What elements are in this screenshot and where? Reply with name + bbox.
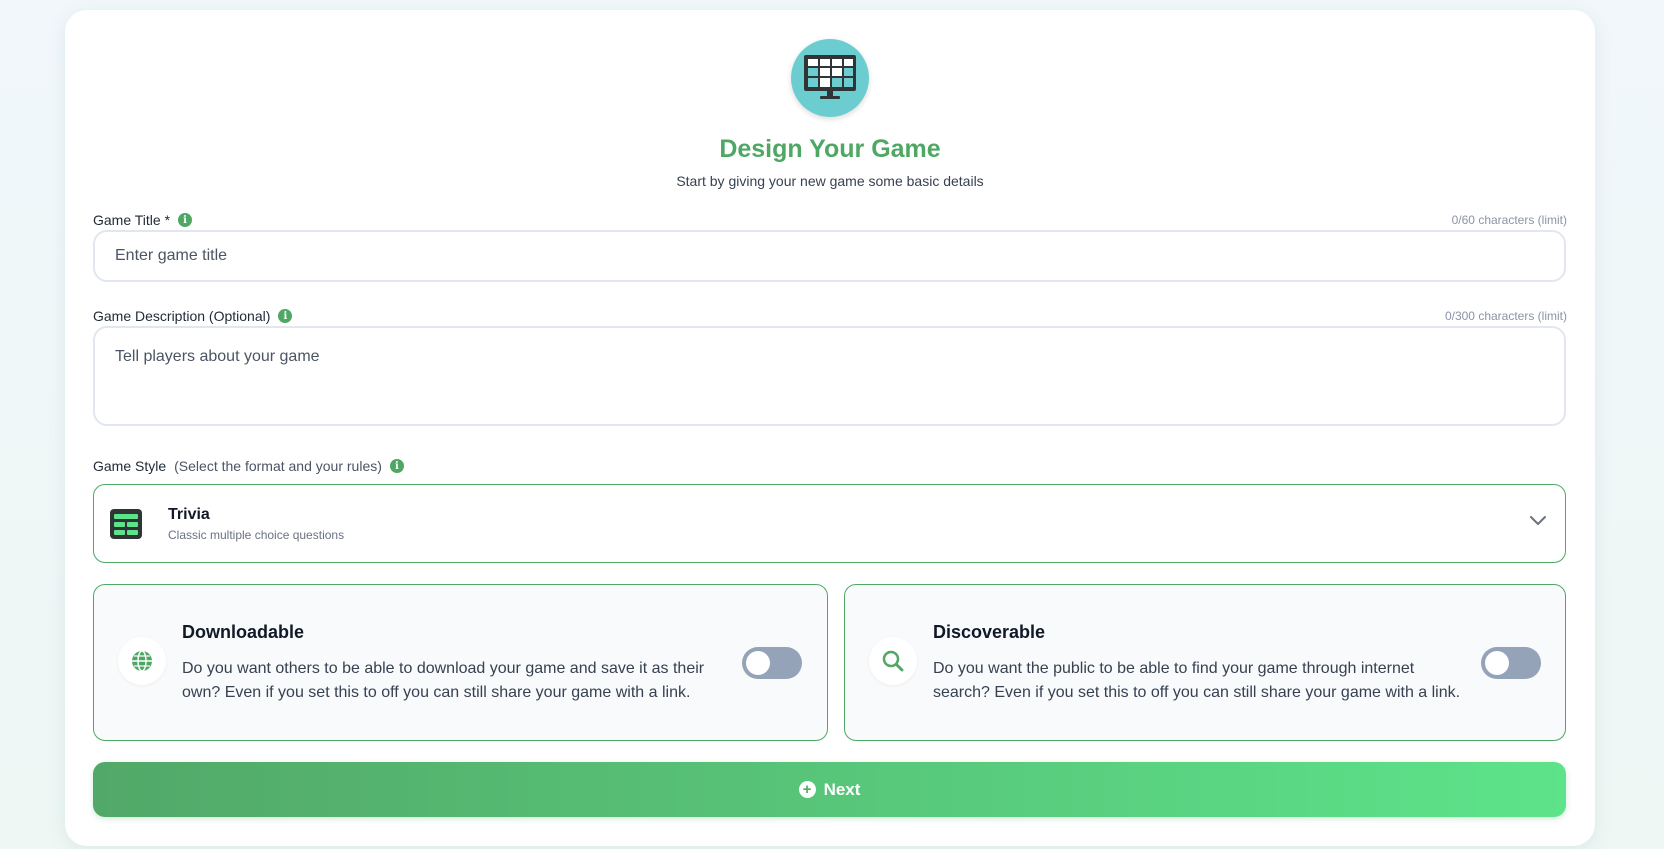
game-description-label: Game Description (Optional) [93, 308, 271, 324]
game-description-textarea[interactable]: Tell players about your game [93, 326, 1566, 426]
discoverable-option: Discoverable Do you want the public to b… [844, 584, 1566, 741]
table-grid-icon [110, 508, 142, 539]
discoverable-title: Discoverable [933, 622, 1046, 642]
info-icon[interactable]: i [178, 213, 193, 227]
game-style-label-row: Game Style (Select the format and your r… [93, 456, 1567, 476]
selected-style-description: Classic multiple choice questions [168, 527, 345, 542]
page-title: Design Your Game [719, 135, 941, 163]
page-subtitle: Start by giving your new game some basic… [676, 173, 984, 189]
game-description-placeholder: Tell players about your game [115, 348, 320, 365]
chevron-down-icon[interactable] [1529, 515, 1547, 527]
toggle-knob [746, 651, 770, 675]
monitor-grid-icon [791, 39, 869, 117]
discoverable-description: Do you want the public to be able to fin… [933, 660, 1461, 701]
game-title-label-row: Game Title * i 0/60 characters (limit) [93, 210, 1567, 230]
discoverable-toggle[interactable] [1481, 647, 1541, 679]
next-button[interactable]: + Next [93, 762, 1566, 817]
game-description-label-row: Game Description (Optional) i 0/300 char… [93, 306, 1567, 326]
downloadable-description: Do you want others to be able to downloa… [182, 660, 705, 701]
game-title-label: Game Title * [93, 212, 171, 228]
game-style-label: Game Style [93, 458, 167, 474]
downloadable-toggle[interactable] [742, 647, 802, 679]
downloadable-option: Downloadable Do you want others to be ab… [93, 584, 828, 741]
toggle-knob [1485, 651, 1509, 675]
plus-circle-icon: + [798, 781, 816, 798]
downloadable-title: Downloadable [182, 622, 305, 642]
globe-icon [118, 637, 166, 685]
selected-style-name: Trivia [168, 505, 210, 523]
setup-card: Design Your Game Start by giving your ne… [65, 10, 1595, 846]
game-title-counter: 0/60 characters (limit) [1451, 213, 1567, 227]
search-icon [869, 637, 917, 685]
game-description-counter: 0/300 characters (limit) [1444, 309, 1567, 323]
game-style-hint: (Select the format and your rules) [174, 458, 382, 474]
next-button-label: Next [823, 779, 861, 799]
info-icon[interactable]: i [389, 459, 404, 473]
game-style-select[interactable]: Trivia Classic multiple choice questions [93, 484, 1566, 563]
game-title-placeholder: Enter game title [115, 247, 228, 264]
game-title-input[interactable]: Enter game title [93, 230, 1566, 282]
selected-style: Trivia Classic multiple choice questions [168, 506, 344, 542]
info-icon[interactable]: i [278, 309, 293, 323]
